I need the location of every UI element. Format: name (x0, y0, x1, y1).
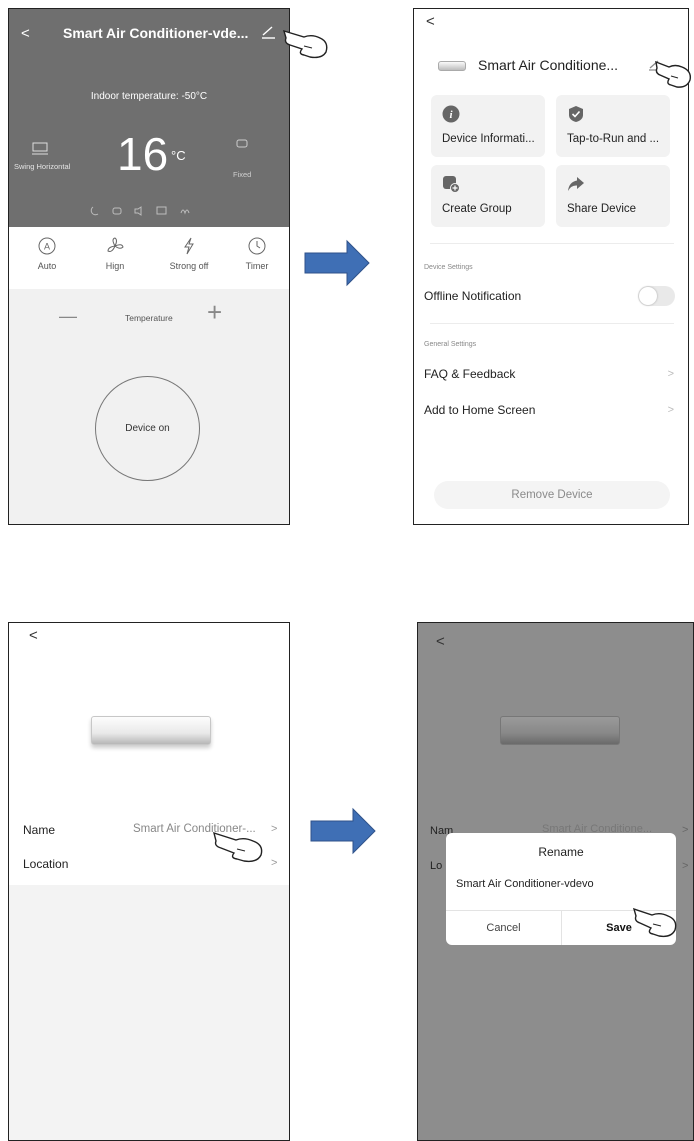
pointer-hand-icon (655, 60, 692, 88)
chevron-right-icon: > (271, 857, 278, 869)
fan-speed-label: Hign (105, 261, 125, 271)
name-label: Name (23, 823, 56, 837)
power-button[interactable]: Device on (95, 376, 200, 481)
fan-speed-button[interactable]: Hign (85, 237, 145, 271)
fixed-label: Fixed (233, 170, 252, 179)
create-group-label: Create Group (442, 203, 512, 215)
remove-device-label: Remove Device (511, 489, 593, 501)
pencil-icon[interactable] (261, 25, 277, 39)
offline-notification-toggle[interactable] (638, 286, 675, 306)
location-label: Lo (430, 860, 443, 872)
right-arrow-icon (304, 239, 370, 287)
divider (430, 243, 674, 244)
add-to-home-screen-label: Add to Home Screen (424, 403, 536, 417)
cancel-button[interactable]: Cancel (446, 911, 561, 945)
temperature-minus-button[interactable]: — (59, 306, 77, 327)
device-information-card[interactable]: i Device Informati... (431, 95, 545, 157)
device-settings-screen: < Smart Air Conditione... i Device Infor… (413, 8, 689, 525)
sleep-icon (90, 206, 99, 216)
indoor-temperature: Indoor temperature: -50°C (90, 91, 208, 102)
faq-feedback-label: FAQ & Feedback (424, 367, 516, 381)
chevron-right-icon: > (682, 824, 689, 836)
device-title: Smart Air Conditione... (478, 57, 619, 73)
device-information-label: Device Informati... (442, 133, 535, 145)
strong-mode-button[interactable]: Strong off (159, 237, 219, 271)
eco-icon (112, 207, 122, 215)
add-group-icon (443, 176, 460, 193)
dialog-title: Rename (538, 845, 584, 859)
device-info-screen: < Name Smart Air Conditioner-... > Locat… (8, 622, 290, 1141)
tap-to-run-label: Tap-to-Run and ... (567, 133, 660, 145)
temperature-unit: °C (171, 148, 186, 163)
display-icon (156, 206, 167, 215)
ac-unit-image (91, 716, 211, 745)
pointer-hand-icon (213, 831, 263, 863)
sound-icon (134, 206, 142, 216)
info-icon: i (442, 105, 460, 123)
power-label: Device on (125, 423, 170, 434)
ac-unit-image (500, 716, 620, 745)
auto-mode-label: Auto (37, 261, 57, 271)
create-group-card[interactable]: Create Group (431, 165, 545, 227)
right-arrow-icon (310, 807, 376, 855)
fan-icon (107, 237, 124, 252)
share-device-label: Share Device (567, 203, 637, 215)
temperature-label: Temperature (125, 313, 173, 323)
page-title: Smart Air Conditioner-vde... (63, 25, 249, 41)
temperature-value: 16 (117, 128, 169, 180)
toggle-knob (639, 287, 657, 305)
temperature-plus-button[interactable]: + (207, 299, 222, 325)
timer-label: Timer (245, 261, 269, 271)
control-header: < Smart Air Conditioner-vde... Indoor te… (9, 9, 289, 227)
add-to-home-screen-row[interactable]: Add to Home Screen > (414, 397, 688, 425)
lightning-icon (184, 237, 194, 255)
general-settings-header: General Settings (424, 341, 477, 348)
back-icon[interactable]: < (29, 627, 38, 644)
cancel-label: Cancel (486, 922, 521, 934)
rename-dialog-screen: < Nam Smart Air Conditione... > Lo > Ren… (417, 622, 694, 1141)
remove-device-button[interactable]: Remove Device (434, 481, 670, 509)
divider (430, 323, 674, 324)
share-device-card[interactable]: Share Device (556, 165, 670, 227)
check-shield-icon (569, 106, 583, 122)
back-icon[interactable]: < (21, 25, 30, 42)
chevron-right-icon: > (682, 860, 689, 872)
back-icon[interactable]: < (426, 13, 435, 30)
pointer-hand-icon (632, 907, 677, 938)
location-label: Location (23, 857, 69, 871)
dry-icon (180, 209, 190, 215)
ac-control-screen: < Smart Air Conditioner-vde... Indoor te… (8, 8, 290, 525)
auto-mode-button[interactable]: A Auto (17, 237, 77, 271)
device-settings-header: Device Settings (424, 264, 473, 271)
rename-input[interactable]: Smart Air Conditioner-vdevo (456, 878, 594, 890)
auto-mode-icon: A (38, 237, 56, 255)
chevron-right-icon: > (667, 368, 674, 380)
pointer-hand-icon (282, 29, 328, 59)
tap-to-run-card[interactable]: Tap-to-Run and ... (556, 95, 670, 157)
fixed-icon[interactable] (236, 139, 248, 149)
mode-icons-row (90, 206, 190, 216)
swing-label: Swing Horizontal (14, 162, 71, 171)
faq-feedback-row[interactable]: FAQ & Feedback > (414, 361, 688, 389)
control-buttons: A Auto Hign Strong off Timer (9, 227, 289, 289)
clock-icon (248, 237, 266, 255)
offline-notification-label: Offline Notification (424, 289, 522, 303)
chevron-right-icon: > (667, 404, 674, 416)
save-label: Save (606, 922, 632, 934)
swing-icon[interactable] (32, 142, 48, 156)
chevron-right-icon: > (271, 823, 278, 835)
strong-mode-label: Strong off (169, 261, 209, 271)
ac-thumbnail (438, 61, 466, 71)
timer-button[interactable]: Timer (227, 237, 287, 271)
svg-text:A: A (44, 242, 50, 252)
share-icon (568, 177, 584, 191)
back-icon[interactable]: < (436, 633, 445, 650)
